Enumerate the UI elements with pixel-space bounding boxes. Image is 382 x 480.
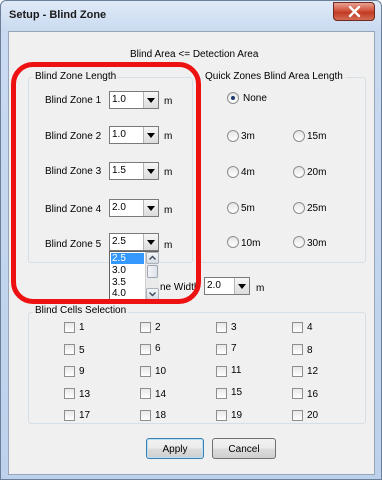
cell-label: 10 [155, 366, 167, 377]
cell-checkbox[interactable] [64, 344, 75, 355]
cell-checkbox[interactable] [292, 322, 303, 333]
cell-label: 18 [155, 410, 167, 421]
window-title: Setup - Blind Zone [9, 9, 107, 21]
cell-label: 13 [79, 389, 91, 400]
cell-checkbox[interactable] [64, 366, 75, 377]
blind-cells-title: Blind Cells Selection [33, 305, 129, 317]
cell-label: 9 [79, 366, 85, 377]
cell-checkbox[interactable] [140, 322, 151, 333]
lane-width-unit: m [256, 283, 265, 294]
radio-label: 20m [307, 167, 327, 178]
cell-label: 3 [231, 322, 237, 333]
cell-label: 8 [307, 345, 313, 356]
cell-label: 15 [231, 387, 243, 398]
radio-label: 30m [307, 238, 327, 249]
cell-label: 4 [307, 322, 313, 333]
radio-10m[interactable] [227, 236, 239, 248]
apply-button[interactable]: Apply [146, 438, 204, 459]
cell-checkbox[interactable] [140, 410, 151, 421]
quick-zones-group [200, 77, 366, 263]
radio-none[interactable] [227, 92, 239, 104]
cell-checkbox[interactable] [292, 366, 303, 377]
radio-label: None [243, 93, 267, 104]
radio-label: 10m [241, 238, 261, 249]
cell-checkbox[interactable] [64, 388, 75, 399]
radio-15m[interactable] [293, 130, 305, 142]
cell-checkbox[interactable] [140, 388, 151, 399]
cell-label: 11 [231, 365, 242, 376]
cell-label: 7 [231, 343, 237, 354]
radio-25m[interactable] [293, 202, 305, 214]
cell-label: 6 [155, 343, 161, 354]
cell-checkbox[interactable] [216, 388, 227, 399]
radio-label: 15m [307, 131, 327, 142]
cell-checkbox[interactable] [216, 366, 227, 377]
cell-checkbox[interactable] [64, 322, 75, 333]
cell-label: 14 [155, 389, 167, 400]
cell-checkbox[interactable] [292, 388, 303, 399]
cell-checkbox[interactable] [140, 366, 151, 377]
radio-label: 25m [307, 203, 327, 214]
cell-label: 12 [307, 366, 319, 377]
lane-width-value: 2.0 [207, 280, 221, 291]
cell-checkbox[interactable] [216, 322, 227, 333]
close-button[interactable] [333, 2, 375, 21]
radio-label: 4m [241, 167, 255, 178]
cell-checkbox[interactable] [292, 344, 303, 355]
cell-checkbox[interactable] [64, 410, 75, 421]
cell-checkbox[interactable] [140, 344, 151, 355]
cell-label: 5 [79, 345, 85, 356]
title-bar[interactable]: Setup - Blind Zone [1, 1, 382, 31]
quick-zones-title: Quick Zones Blind Area Length [203, 71, 345, 83]
cell-label: 1 [79, 322, 85, 333]
cell-label: 17 [79, 410, 91, 421]
radio-3m[interactable] [227, 130, 239, 142]
highlight-annotation [11, 62, 201, 304]
radio-30m[interactable] [293, 236, 305, 248]
radio-20m[interactable] [293, 166, 305, 178]
radio-5m[interactable] [227, 202, 239, 214]
radio-4m[interactable] [227, 166, 239, 178]
radio-label: 5m [241, 203, 255, 214]
cell-checkbox[interactable] [216, 410, 227, 421]
cell-label: 19 [231, 410, 243, 421]
cell-label: 16 [307, 389, 319, 400]
chevron-down-icon[interactable] [234, 278, 249, 294]
cell-checkbox[interactable] [216, 344, 227, 355]
cancel-button[interactable]: Cancel [212, 438, 276, 459]
header-text: Blind Area <= Detection Area [130, 49, 259, 60]
close-icon [348, 6, 361, 18]
radio-label: 3m [241, 131, 255, 142]
lane-width-select[interactable]: 2.0 [204, 277, 250, 295]
cell-checkbox[interactable] [292, 410, 303, 421]
cell-label: 20 [307, 410, 319, 421]
cell-label: 2 [155, 322, 161, 333]
